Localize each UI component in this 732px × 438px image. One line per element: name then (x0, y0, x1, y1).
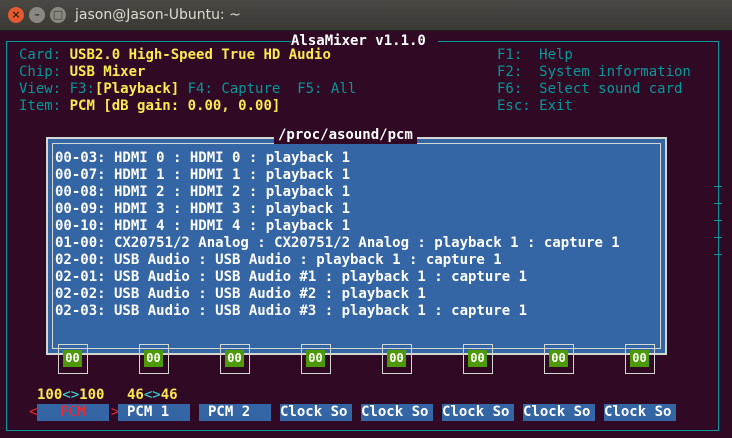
chip-row: Chip: USB Mixer (19, 64, 145, 81)
terminal-area[interactable]: AlsaMixer v1.1.0 Card: USB2.0 High-Speed… (0, 31, 732, 438)
view-f3-key[interactable]: F3: (70, 81, 95, 97)
channel-pcm[interactable]: PCM (37, 404, 109, 421)
pcm-line: 00-10: HDMI 4 : HDMI 4 : playback 1 (55, 218, 351, 234)
scroll-tick (714, 254, 722, 255)
view-label: View: (19, 81, 62, 97)
pcm-line: 00-09: HDMI 3 : HDMI 3 : playback 1 (55, 201, 351, 217)
mute-state: 00 (63, 350, 82, 367)
pcm1-level-readout: 46<>46 (127, 387, 178, 404)
pcm-level-right: 100 (79, 387, 105, 403)
close-icon[interactable]: × (8, 7, 24, 23)
card-row: Card: USB2.0 High-Speed True HD Audio (19, 47, 331, 64)
item-label: Item: (19, 98, 62, 114)
help-esc[interactable]: Esc: Exit (497, 98, 573, 115)
mute-state: 00 (549, 350, 568, 367)
mute-state: 00 (387, 350, 406, 367)
mute-state: 00 (630, 350, 649, 367)
help-f1[interactable]: F1: Help (497, 47, 573, 64)
view-all[interactable]: F5: All (297, 81, 356, 97)
mute-toggle-pcm2[interactable]: 00 (220, 344, 250, 374)
channel-pcm2[interactable]: PCM 2 (199, 404, 271, 421)
pcm-line: 00-08: HDMI 2 : HDMI 2 : playback 1 (55, 184, 351, 200)
pcm-line: 02-02: USB Audio : USB Audio #2 : playba… (55, 286, 426, 302)
channel-clock-source-4[interactable]: Clock So (523, 404, 595, 421)
proc-pcm-dialog[interactable]: /proc/asound/pcm 00-03: HDMI 0 : HDMI 0 … (46, 127, 667, 355)
channel-clock-source-3[interactable]: Clock So (442, 404, 514, 421)
view-playback[interactable]: [Playback] (95, 81, 179, 97)
card-value: USB2.0 High-Speed True HD Audio (69, 47, 331, 63)
proc-dialog-title: /proc/asound/pcm (274, 127, 417, 144)
scroll-tick (714, 220, 722, 221)
help-f6[interactable]: F6: Select sound card (497, 81, 682, 98)
channel-clock-source-1[interactable]: Clock So (280, 404, 352, 421)
mute-state: 00 (306, 350, 325, 367)
terminal-window: × – □ jason@Jason-Ubuntu: ~ AlsaMixer v1… (0, 0, 732, 438)
pcm1-level-right: 46 (160, 387, 178, 403)
mute-state: 00 (225, 350, 244, 367)
pcm1-level-left: 46 (127, 387, 144, 403)
pcm-line: 02-03: USB Audio : USB Audio #3 : playba… (55, 303, 528, 319)
mute-toggle-clock5[interactable]: 00 (625, 344, 655, 374)
pcm-line: 00-03: HDMI 0 : HDMI 0 : playback 1 (55, 150, 351, 166)
view-capture[interactable]: F4: Capture (188, 81, 281, 97)
minimize-icon[interactable]: – (29, 7, 45, 23)
scroll-tick (714, 203, 722, 204)
scroll-tick (714, 237, 722, 238)
chip-value: USB Mixer (69, 64, 146, 80)
mute-state: 00 (144, 350, 163, 367)
pcm-level-left: 100 (37, 387, 63, 403)
frame-top-right (438, 41, 719, 42)
pcm-line: 00-07: HDMI 1 : HDMI 1 : playback 1 (55, 167, 351, 183)
mute-toggle-clock3[interactable]: 00 (463, 344, 493, 374)
maximize-icon[interactable]: □ (50, 7, 66, 23)
channel-clock-source-2[interactable]: Clock So (361, 404, 433, 421)
pcm-line: 02-00: USB Audio : USB Audio : playback … (55, 252, 502, 268)
view-row: View: F3:[Playback] F4: Capture F5: All (19, 81, 356, 98)
help-f2[interactable]: F2: System information (497, 64, 691, 81)
mute-toggle-clock1[interactable]: 00 (301, 344, 331, 374)
item-row: Item: PCM [dB gain: 0.00, 0.00] (19, 98, 280, 115)
frame-top-left (6, 41, 291, 42)
window-title: jason@Jason-Ubuntu: ~ (75, 7, 241, 23)
pcm-level-arrows: <> (62, 387, 80, 403)
mute-toggle-pcm[interactable]: 00 (58, 344, 88, 374)
item-value: PCM [dB gain: 0.00, 0.00] (69, 98, 281, 114)
pcm-line: 02-01: USB Audio : USB Audio #1 : playba… (55, 269, 528, 285)
channel-pcm1[interactable]: PCM 1 (118, 404, 190, 421)
mute-state: 00 (468, 350, 487, 367)
mute-toggle-clock4[interactable]: 00 (544, 344, 574, 374)
pcm-level-readout: 100<>100 (37, 387, 104, 404)
mute-toggle-clock2[interactable]: 00 (382, 344, 412, 374)
channel-clock-source-5[interactable]: Clock So (604, 404, 676, 421)
title-bar[interactable]: × – □ jason@Jason-Ubuntu: ~ (0, 0, 732, 31)
pcm1-level-arrows: <> (143, 387, 161, 403)
chip-label: Chip: (19, 64, 62, 80)
mute-toggle-pcm1[interactable]: 00 (139, 344, 169, 374)
pcm-line: 01-00: CX20751/2 Analog : CX20751/2 Anal… (55, 235, 620, 251)
card-label: Card: (19, 47, 62, 63)
scroll-tick (714, 186, 722, 187)
